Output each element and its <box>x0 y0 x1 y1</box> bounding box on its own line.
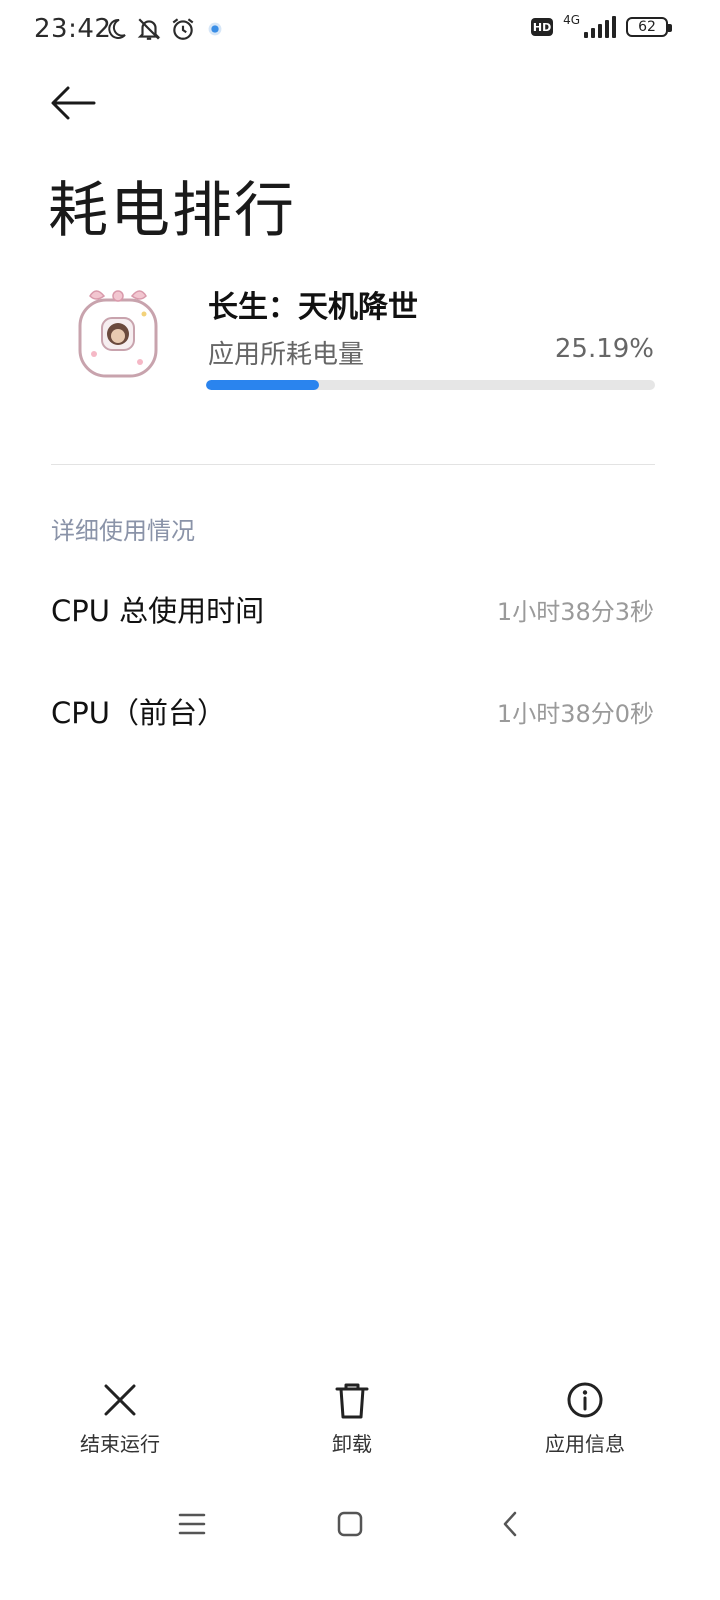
status-time: 23:42 <box>34 14 112 44</box>
stop-app-label: 结束运行 <box>80 1432 160 1456</box>
usage-progress-bar <box>206 380 655 390</box>
divider <box>51 464 655 465</box>
stop-app-button[interactable]: 结束运行 <box>40 1378 200 1457</box>
uninstall-button[interactable]: 卸载 <box>272 1378 432 1457</box>
bell-off-icon <box>136 16 162 46</box>
battery-level: 62 <box>638 19 656 35</box>
status-icons-right: HD 4G 62 <box>531 13 672 38</box>
usage-label: 应用所耗电量 <box>208 340 365 370</box>
page-title: 耗电排行 <box>48 176 296 246</box>
close-icon <box>98 1378 142 1422</box>
app-name: 长生：天机降世 <box>208 290 418 325</box>
section-title: 详细使用情况 <box>51 517 195 545</box>
back-icon <box>503 1511 517 1537</box>
uninstall-label: 卸载 <box>332 1432 372 1456</box>
battery-icon: 62 <box>626 17 672 37</box>
detail-row-label: CPU 总使用时间 <box>51 594 265 628</box>
usage-progress-fill <box>206 380 320 390</box>
menu-icon <box>178 1513 206 1535</box>
app-icon <box>74 284 162 380</box>
usage-percent: 25.19% <box>554 334 654 364</box>
home-nav-button[interactable] <box>330 1506 370 1542</box>
app-info-label: 应用信息 <box>545 1432 625 1456</box>
detail-row-value: 1小时38分3秒 <box>496 598 654 626</box>
status-icons-left <box>104 16 226 46</box>
network-label: 4G <box>563 13 580 27</box>
home-icon <box>337 1511 363 1537</box>
alarm-icon <box>170 16 196 46</box>
moon-icon <box>104 17 128 45</box>
back-button[interactable] <box>48 80 98 126</box>
menu-nav-button[interactable] <box>172 1506 212 1542</box>
detail-row-label: CPU（前台） <box>51 696 226 730</box>
info-icon <box>563 1378 607 1422</box>
app-info-button[interactable]: 应用信息 <box>505 1378 665 1457</box>
signal-icon: 4G <box>563 13 616 38</box>
hd-badge: HD <box>531 18 554 36</box>
detail-row-value: 1小时38分0秒 <box>496 700 654 728</box>
arrow-left-icon <box>51 86 96 120</box>
dot-icon <box>204 18 226 44</box>
back-nav-button[interactable] <box>490 1506 530 1542</box>
trash-icon <box>330 1378 374 1422</box>
